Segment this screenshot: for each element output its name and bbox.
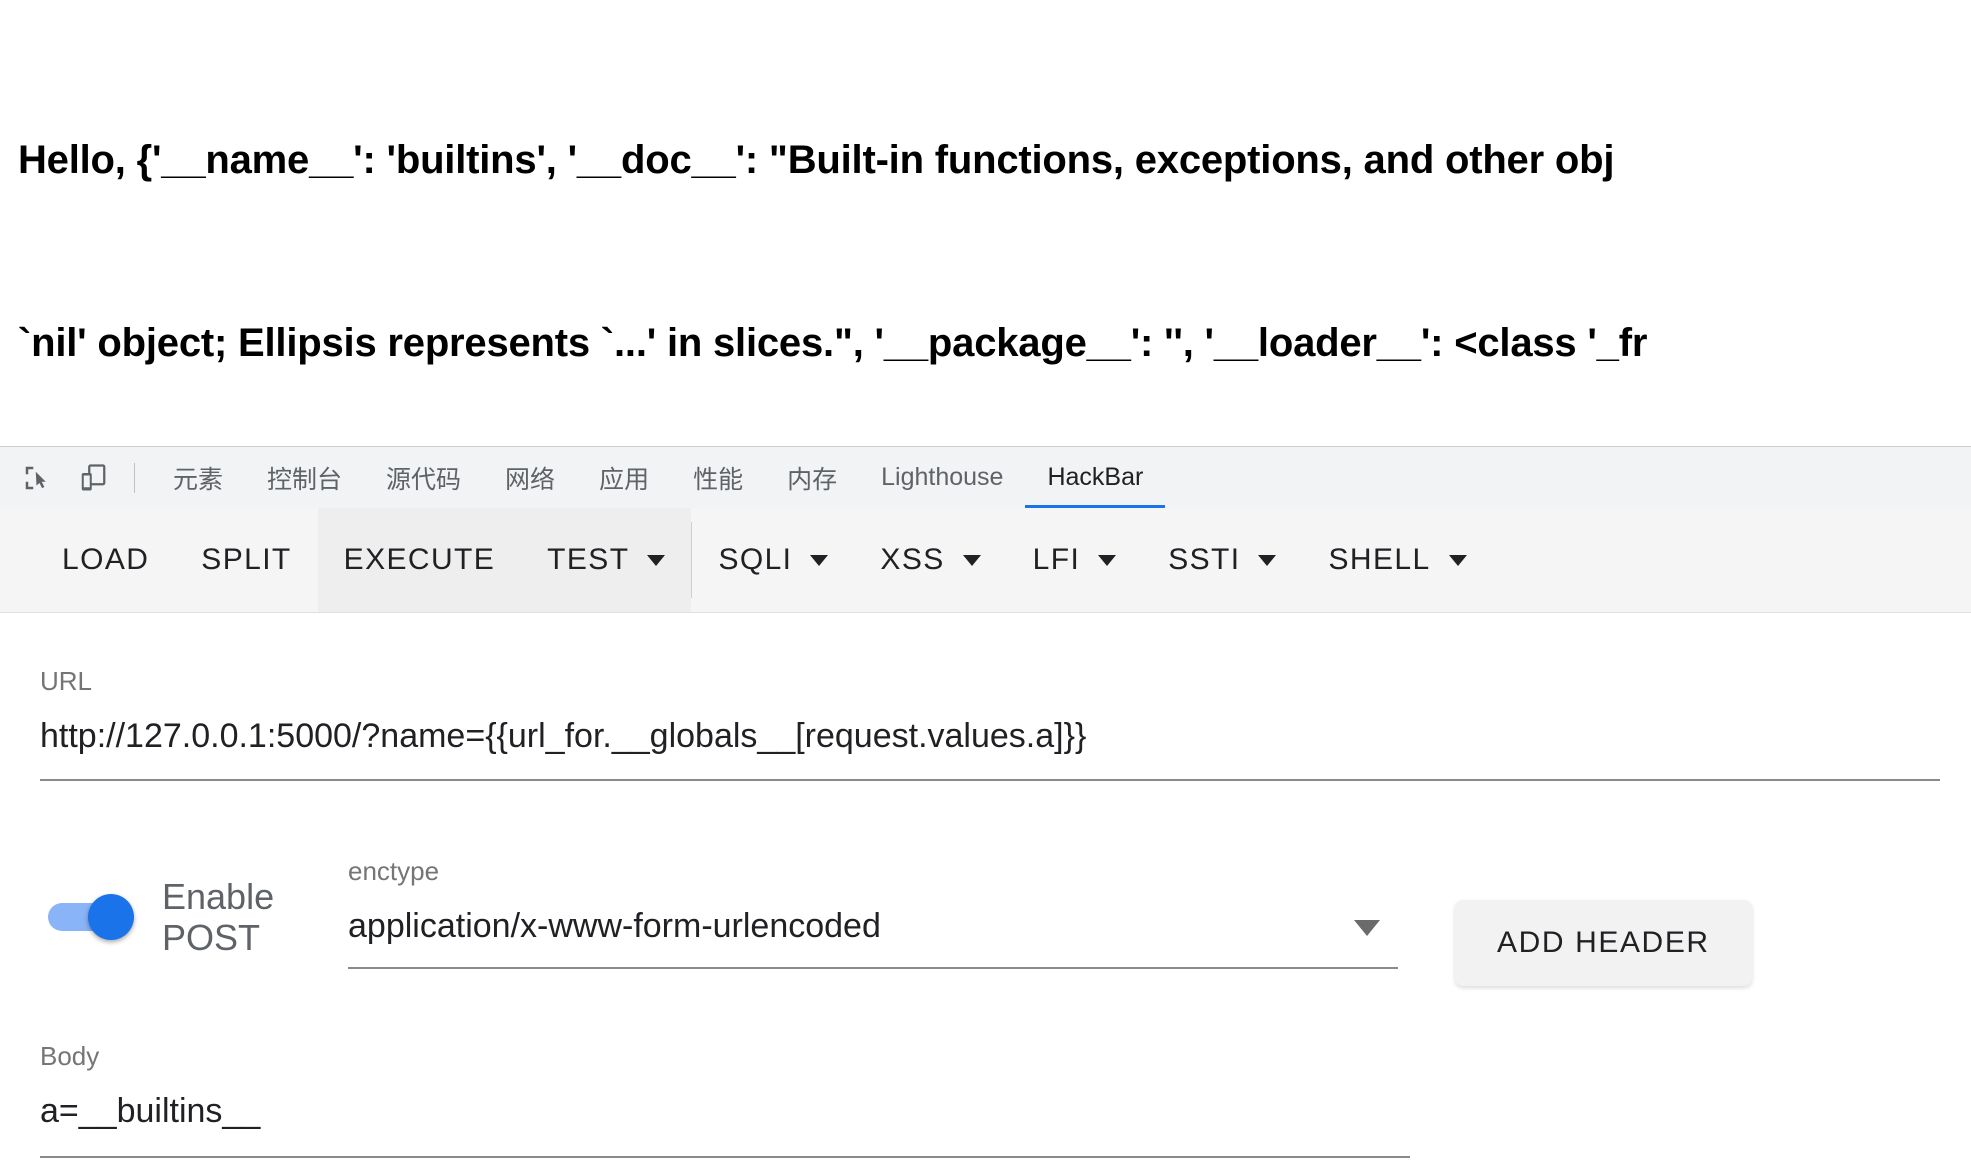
xss-menu-button[interactable]: XSS xyxy=(854,508,1006,612)
button-label: LFI xyxy=(1032,543,1081,576)
body-underline xyxy=(40,1155,1410,1158)
tab-label: 网络 xyxy=(505,465,556,494)
chevron-down-icon xyxy=(1448,554,1467,566)
chevron-down-icon[interactable] xyxy=(1354,920,1380,936)
button-label: SPLIT xyxy=(201,543,292,576)
page-render-area: Hello, {'__name__': 'builtins', '__doc__… xyxy=(0,0,1971,446)
enctype-select-value[interactable]: application/x-www-form-urlencoded xyxy=(348,906,1398,947)
chevron-down-icon xyxy=(647,554,666,566)
devtools-tab-lighthouse[interactable]: Lighthouse xyxy=(859,447,1025,509)
button-label: LOAD xyxy=(62,543,150,576)
load-button[interactable]: LOAD xyxy=(36,508,175,612)
sqli-menu-button[interactable]: SQLI xyxy=(692,508,854,612)
test-menu-button[interactable]: TEST xyxy=(521,508,692,612)
tab-label: 元素 xyxy=(173,465,224,494)
enable-post-toggle-wrap[interactable]: Enable POST xyxy=(48,876,292,959)
tab-label: 应用 xyxy=(599,465,650,494)
enable-post-label: Enable POST xyxy=(162,876,275,959)
enctype-field[interactable]: enctype application/x-www-form-urlencode… xyxy=(348,858,1398,969)
hackbar-panel: URL http://127.0.0.1:5000/?name={{url_fo… xyxy=(0,613,1971,1173)
tab-label: 性能 xyxy=(693,465,744,494)
add-header-button[interactable]: ADD HEADER xyxy=(1455,900,1752,986)
devtools-tab-console[interactable]: 控制台 xyxy=(245,447,364,509)
button-label: SHELL xyxy=(1328,543,1431,576)
chevron-down-icon xyxy=(810,554,829,566)
chevron-down-icon xyxy=(1098,554,1117,566)
button-label: EXECUTE xyxy=(343,543,496,576)
url-label: URL xyxy=(40,666,93,696)
devtools-tabbar: 元素 控制台 源代码 网络 应用 性能 内存 Lighthouse HackBa… xyxy=(0,446,1971,509)
page-output-line: Hello, {'__name__': 'builtins', '__doc__… xyxy=(18,138,1615,182)
url-underline xyxy=(40,778,1940,781)
toolbar-divider xyxy=(134,462,135,493)
page-output-line: `nil' object; Ellipsis represents `...' … xyxy=(18,321,1648,365)
hackbar-toolbar: LOAD SPLIT EXECUTE TEST SQLI XSS LFI SST… xyxy=(0,508,1971,613)
devtools-tab-elements[interactable]: 元素 xyxy=(151,447,245,509)
chevron-down-icon xyxy=(1258,554,1277,566)
body-field[interactable]: Body a=__builtins__ xyxy=(40,1043,1410,1158)
devtools-tab-performance[interactable]: 性能 xyxy=(671,447,765,509)
devtools-tab-hackbar[interactable]: HackBar xyxy=(1025,447,1166,509)
body-label: Body xyxy=(40,1041,100,1071)
lfi-menu-button[interactable]: LFI xyxy=(1007,508,1143,612)
device-toolbar-icon[interactable] xyxy=(68,454,118,502)
tab-label: HackBar xyxy=(1047,463,1144,491)
inspect-element-icon[interactable] xyxy=(12,454,62,502)
enable-post-toggle[interactable] xyxy=(48,894,134,941)
split-button[interactable]: SPLIT xyxy=(175,508,317,612)
tab-label: 内存 xyxy=(787,465,838,494)
devtools-tab-sources[interactable]: 源代码 xyxy=(364,447,483,509)
toggle-knob xyxy=(88,894,134,941)
shell-menu-button[interactable]: SHELL xyxy=(1302,508,1492,612)
url-input[interactable]: http://127.0.0.1:5000/?name={{url_for.__… xyxy=(40,716,1940,757)
chevron-down-icon xyxy=(962,554,981,566)
browser-window: Hello, {'__name__': 'builtins', '__doc__… xyxy=(0,0,1971,1173)
button-label: ADD HEADER xyxy=(1497,926,1710,959)
toolbar-left-padding xyxy=(0,508,36,612)
button-label: XSS xyxy=(880,543,945,576)
enctype-underline xyxy=(348,966,1398,969)
button-label: SSTI xyxy=(1168,543,1241,576)
ssti-menu-button[interactable]: SSTI xyxy=(1142,508,1302,612)
execute-button[interactable]: EXECUTE xyxy=(317,508,522,612)
tab-label: 源代码 xyxy=(386,465,462,494)
tab-label: 控制台 xyxy=(267,465,343,494)
body-input[interactable]: a=__builtins__ xyxy=(40,1091,1410,1132)
button-label: TEST xyxy=(547,543,630,576)
page-output-text: Hello, {'__name__': 'builtins', '__doc__… xyxy=(18,8,1971,446)
devtools-tab-memory[interactable]: 内存 xyxy=(765,447,859,509)
devtools-tab-application[interactable]: 应用 xyxy=(577,447,671,509)
devtools-tab-network[interactable]: 网络 xyxy=(483,447,577,509)
enctype-label: enctype xyxy=(348,856,440,886)
tab-label: Lighthouse xyxy=(881,463,1004,491)
url-field[interactable]: URL http://127.0.0.1:5000/?name={{url_fo… xyxy=(40,668,1940,781)
post-options-row: Enable POST enctype application/x-www-fo… xyxy=(0,858,1971,1008)
button-label: SQLI xyxy=(718,543,793,576)
